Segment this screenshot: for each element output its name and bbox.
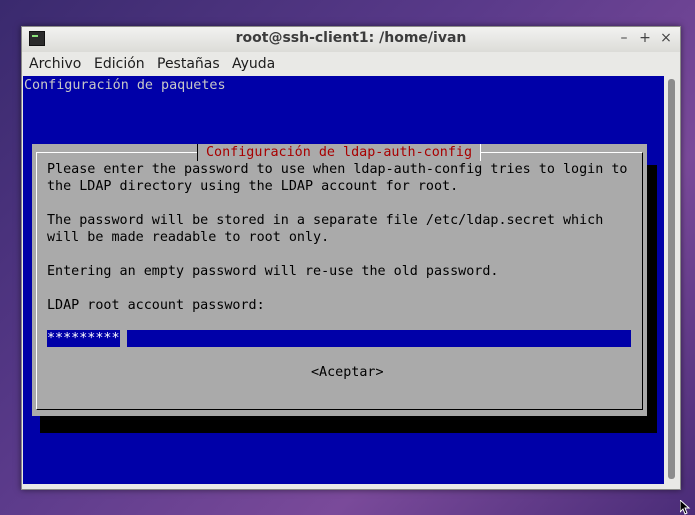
menu-ayuda[interactable]: Ayuda: [232, 56, 275, 72]
menu-pestanas[interactable]: Pestañas: [157, 56, 220, 72]
terminal-area[interactable]: Configuración de paquetes Configuración …: [23, 76, 664, 484]
maximize-button[interactable]: +: [637, 30, 653, 46]
menu-archivo[interactable]: Archivo: [29, 56, 81, 72]
config-dialog: Configuración de ldap-auth-config Please…: [32, 144, 647, 416]
scrollbar-thumb[interactable]: [668, 79, 675, 479]
package-config-header: Configuración de paquetes: [24, 78, 226, 93]
mouse-pointer-icon: [680, 500, 691, 515]
text-cursor: [120, 330, 127, 347]
accept-button[interactable]: <Aceptar>: [311, 364, 384, 381]
title-bar[interactable]: root@ssh-client1: /home/ivan – + ×: [22, 27, 680, 52]
password-prompt-label: LDAP root account password:: [47, 298, 265, 313]
minimize-button[interactable]: –: [616, 30, 632, 46]
window-title: root@ssh-client1: /home/ivan: [235, 30, 467, 46]
scrollbar[interactable]: [665, 76, 679, 486]
dialog-line: Entering an empty password will re-use t…: [47, 264, 499, 279]
password-input[interactable]: *********: [47, 330, 631, 347]
dialog-line: the LDAP directory using the LDAP accoun…: [47, 179, 459, 194]
menu-bar: Archivo Edición Pestañas Ayuda: [22, 53, 680, 75]
dialog-title: Configuración de ldap-auth-config: [197, 144, 482, 161]
dialog-line: will be made readable to root only.: [47, 230, 330, 245]
terminal-window: root@ssh-client1: /home/ivan – + × Archi…: [21, 26, 681, 490]
dialog-line: The password will be stored in a separat…: [47, 213, 604, 228]
dialog-line: Please enter the password to use when ld…: [47, 162, 628, 177]
password-value: *********: [47, 330, 122, 347]
menu-edicion[interactable]: Edición: [94, 56, 145, 72]
close-button[interactable]: ×: [658, 30, 674, 46]
